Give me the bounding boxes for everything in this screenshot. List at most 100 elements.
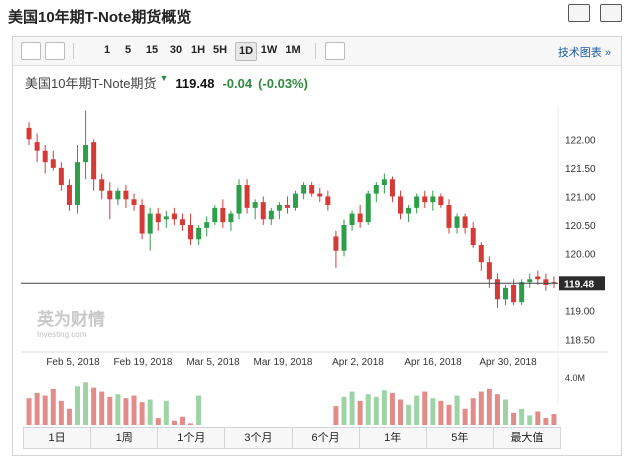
x-tick-label: Apr 2, 2018 bbox=[332, 357, 384, 368]
range-button-1[interactable]: 1周 bbox=[91, 428, 159, 448]
volume-bar bbox=[83, 382, 89, 425]
candle-body bbox=[462, 216, 468, 228]
candle-body bbox=[333, 236, 339, 251]
candlestick-type-icon[interactable] bbox=[21, 42, 41, 60]
range-button-5[interactable]: 1年 bbox=[360, 428, 427, 448]
interval-5h[interactable]: 5H bbox=[211, 42, 229, 59]
technical-chart-link[interactable]: 技术图表 » bbox=[558, 44, 611, 60]
chart-toolbar: 1 5 15 30 1H 5H 1D 1W 1M 技术图表 » bbox=[13, 37, 621, 66]
range-button-4[interactable]: 6个月 bbox=[293, 428, 360, 448]
range-button-6[interactable]: 5年 bbox=[427, 428, 494, 448]
volume-bar bbox=[147, 399, 153, 425]
volume-bar bbox=[519, 408, 525, 425]
candle-body bbox=[244, 185, 250, 208]
price-chart[interactable]: 122.00121.50121.00120.50120.00119.50119.… bbox=[13, 65, 621, 425]
candle-body bbox=[406, 207, 412, 214]
candle-body bbox=[268, 210, 274, 220]
range-button-7[interactable]: 最大值 bbox=[494, 428, 560, 448]
range-button-2[interactable]: 1个月 bbox=[158, 428, 226, 448]
candle-body bbox=[147, 213, 153, 234]
candle-body bbox=[66, 185, 72, 205]
interval-5[interactable]: 5 bbox=[122, 42, 134, 59]
volume-bar bbox=[155, 418, 161, 425]
last-price-tag-label: 119.48 bbox=[564, 279, 594, 290]
x-tick-label: Mar 5, 2018 bbox=[186, 357, 240, 368]
volume-bar bbox=[66, 408, 72, 425]
x-tick-label: Mar 19, 2018 bbox=[254, 357, 313, 368]
volume-bar bbox=[91, 387, 97, 425]
volume-bar bbox=[381, 390, 387, 425]
volume-bar bbox=[398, 399, 404, 425]
area-type-icon[interactable] bbox=[45, 42, 65, 60]
interval-30[interactable]: 30 bbox=[167, 42, 185, 59]
volume-bar bbox=[470, 398, 476, 425]
candle-body bbox=[511, 285, 517, 303]
mail-icon[interactable] bbox=[568, 4, 590, 22]
volume-bar bbox=[139, 402, 145, 425]
candle-body bbox=[422, 196, 428, 203]
volume-bar bbox=[107, 396, 113, 425]
x-tick-label: Apr 16, 2018 bbox=[404, 357, 462, 368]
volume-bar bbox=[446, 404, 452, 425]
volume-bar bbox=[34, 392, 40, 425]
candle-body bbox=[123, 190, 129, 200]
range-button-3[interactable]: 3个月 bbox=[225, 428, 293, 448]
print-icon[interactable] bbox=[600, 4, 622, 22]
candle-body bbox=[131, 199, 137, 205]
volume-bar bbox=[486, 388, 492, 425]
volume-bar bbox=[373, 396, 379, 425]
volume-bar bbox=[123, 398, 129, 425]
volume-bar bbox=[196, 395, 202, 425]
candle-body bbox=[284, 205, 290, 208]
candle-body bbox=[139, 205, 145, 234]
volume-axis-label: 0 bbox=[565, 424, 570, 425]
candle-body bbox=[58, 167, 64, 185]
candle-body bbox=[228, 213, 234, 223]
interval-1[interactable]: 1 bbox=[101, 42, 113, 59]
volume-bar bbox=[503, 399, 509, 425]
settings-panel-icon[interactable] bbox=[325, 42, 345, 60]
volume-bar bbox=[188, 423, 194, 425]
candle-body bbox=[34, 142, 40, 151]
candle-body bbox=[325, 196, 331, 205]
candle-body bbox=[357, 213, 363, 223]
candle-body bbox=[543, 279, 549, 285]
volume-bar bbox=[131, 395, 137, 425]
volume-bar bbox=[179, 416, 185, 425]
volume-bar bbox=[422, 391, 428, 425]
interval-1d[interactable]: 1D bbox=[235, 42, 257, 61]
candle-body bbox=[349, 213, 355, 225]
interval-15[interactable]: 15 bbox=[143, 42, 161, 59]
candle-body bbox=[365, 193, 371, 223]
candle-body bbox=[503, 287, 509, 300]
volume-bar bbox=[389, 392, 395, 425]
chart-widget: 1 5 15 30 1H 5H 1D 1W 1M 技术图表 » 美国10年期T-Note期货 ▼ 1… bbox=[12, 36, 622, 456]
candle-body bbox=[276, 205, 282, 211]
candle-body bbox=[414, 196, 420, 208]
volume-bar bbox=[349, 391, 355, 425]
interval-1m[interactable]: 1M bbox=[283, 42, 303, 59]
candle-body bbox=[398, 196, 404, 214]
volume-bar bbox=[50, 388, 56, 425]
volume-bar bbox=[42, 395, 48, 425]
y-tick-label: 121.50 bbox=[565, 164, 596, 175]
candle-body bbox=[212, 207, 218, 223]
volume-bar bbox=[454, 395, 460, 425]
candle-body bbox=[454, 216, 460, 228]
volume-axis-label: 4.0M bbox=[565, 373, 585, 383]
candle-body bbox=[381, 179, 387, 185]
volume-bar bbox=[543, 418, 549, 425]
candle-body bbox=[163, 216, 169, 220]
range-selector: 1日 1周 1个月 3个月 6个月 1年 5年 最大值 bbox=[23, 427, 561, 449]
interval-1h[interactable]: 1H bbox=[189, 42, 207, 59]
volume-bar bbox=[438, 400, 444, 425]
y-tick-label: 118.50 bbox=[565, 335, 595, 346]
volume-bar bbox=[511, 412, 517, 425]
y-tick-label: 120.00 bbox=[565, 250, 596, 261]
watermark-logo: 英为财情 bbox=[37, 309, 105, 329]
y-tick-label: 119.00 bbox=[565, 307, 595, 318]
candle-body bbox=[309, 185, 315, 194]
interval-1w[interactable]: 1W bbox=[259, 42, 279, 59]
candle-body bbox=[519, 282, 525, 303]
range-button-0[interactable]: 1日 bbox=[24, 428, 92, 448]
